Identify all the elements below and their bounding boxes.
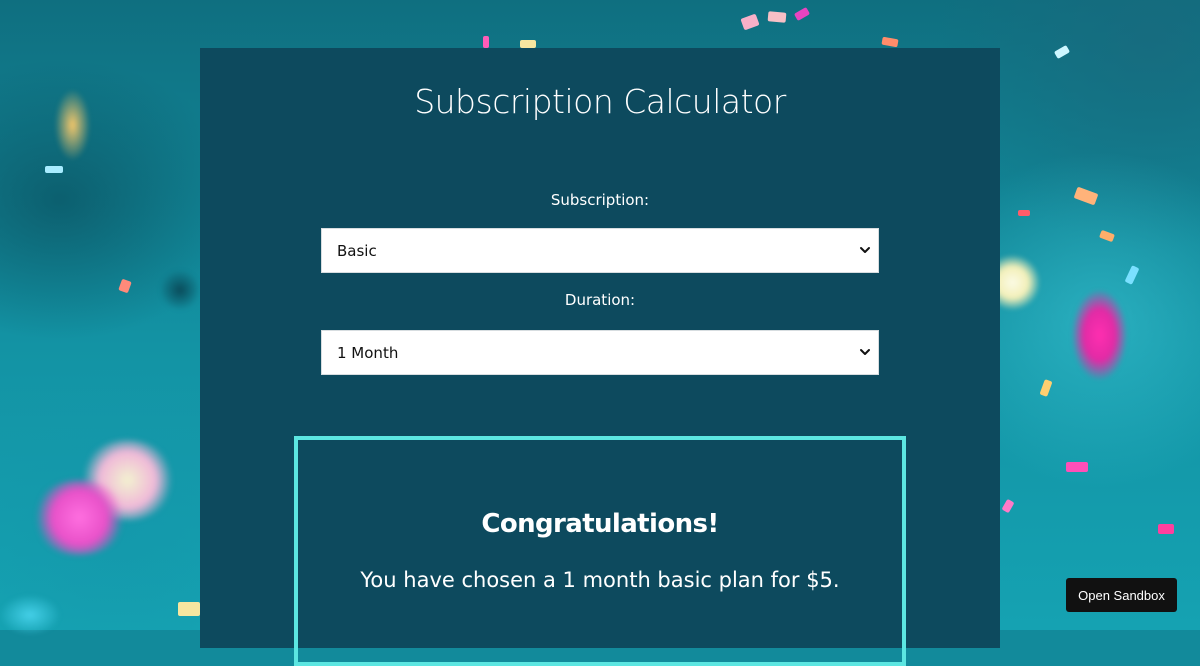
subscription-selected-value: Basic — [337, 241, 377, 260]
bokeh-decoration — [32, 480, 127, 555]
open-sandbox-button[interactable]: Open Sandbox — [1066, 578, 1177, 612]
subscription-select[interactable]: Basic — [321, 228, 879, 273]
page-title: Subscription Calculator — [414, 82, 786, 121]
calculator-panel: Subscription Calculator Subscription: Ba… — [200, 48, 1000, 666]
result-box: Congratulations! You have chosen a 1 mon… — [294, 436, 906, 666]
confetti-piece — [1158, 524, 1174, 534]
subscription-label: Subscription: — [550, 191, 650, 209]
duration-label: Duration: — [564, 291, 636, 309]
confetti-piece — [1066, 462, 1088, 472]
result-message: You have chosen a 1 month basic plan for… — [360, 568, 840, 592]
result-heading: Congratulations! — [481, 509, 719, 539]
bokeh-decoration — [160, 270, 200, 310]
confetti-piece — [45, 166, 63, 173]
duration-select[interactable]: 1 Month — [321, 330, 879, 375]
chevron-down-icon — [860, 349, 870, 355]
confetti-piece — [520, 40, 536, 48]
confetti-piece — [767, 11, 787, 23]
duration-selected-value: 1 Month — [337, 343, 399, 362]
confetti-piece — [178, 602, 200, 616]
chevron-down-icon — [860, 247, 870, 253]
confetti-piece — [1018, 210, 1030, 216]
bokeh-decoration — [1072, 290, 1127, 380]
bokeh-decoration — [55, 90, 90, 160]
confetti-piece — [483, 36, 489, 48]
bokeh-decoration — [0, 595, 60, 635]
